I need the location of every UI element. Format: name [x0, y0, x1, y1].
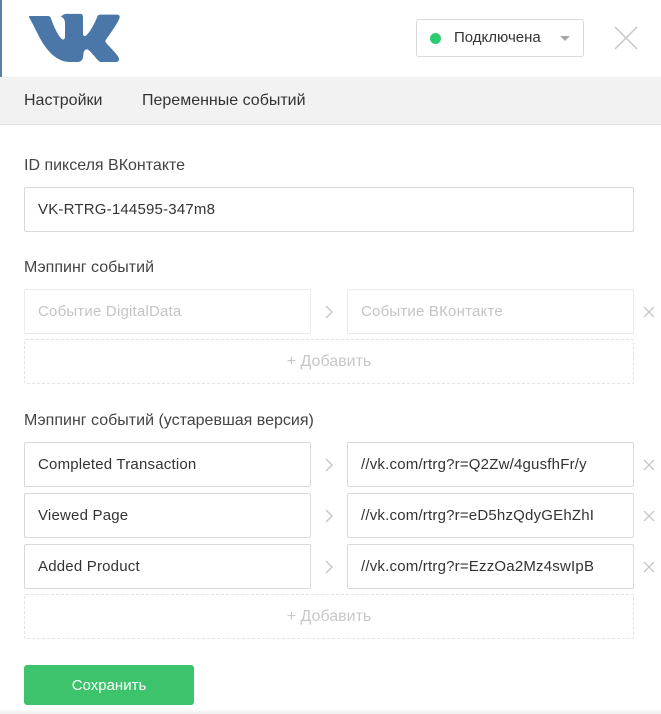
pixel-id-input[interactable]	[24, 187, 634, 232]
tab-event-variables[interactable]: Переменные событий	[142, 92, 306, 110]
chevron-right-icon	[325, 560, 334, 574]
legacy-target-input[interactable]	[347, 493, 634, 538]
chevron-right-icon	[325, 509, 334, 523]
pixel-id-label: ID пикселя ВКонтакте	[24, 157, 186, 174]
digitaldata-event-input[interactable]	[24, 289, 311, 334]
save-button[interactable]: Сохранить	[24, 665, 194, 705]
remove-row-icon[interactable]	[643, 561, 655, 573]
status-dot-icon	[430, 33, 441, 44]
remove-row-icon[interactable]	[643, 510, 655, 522]
legacy-source-input[interactable]	[24, 493, 311, 538]
vk-event-input[interactable]	[347, 289, 634, 334]
add-legacy-mapping-button[interactable]: + Добавить	[24, 594, 634, 639]
header-accent	[0, 0, 2, 77]
legacy-target-input[interactable]	[347, 442, 634, 487]
chevron-right-icon	[325, 305, 334, 319]
legacy-source-input[interactable]	[24, 544, 311, 589]
legacy-mapping-label: Мэппинг событий (устаревшая версия)	[24, 412, 314, 429]
bottom-shadow	[0, 708, 661, 714]
tab-bar: Настройки Переменные событий	[0, 77, 661, 125]
event-mapping-label: Мэппинг событий	[24, 259, 154, 276]
close-icon[interactable]	[613, 25, 639, 51]
remove-row-icon[interactable]	[643, 306, 655, 318]
status-label: Подключена	[454, 29, 541, 46]
tab-settings[interactable]: Настройки	[24, 92, 102, 110]
legacy-target-input[interactable]	[347, 544, 634, 589]
legacy-source-input[interactable]	[24, 442, 311, 487]
add-event-mapping-button[interactable]: + Добавить	[24, 339, 634, 384]
header: Подключена	[0, 0, 661, 77]
vk-logo-icon	[28, 13, 120, 62]
remove-row-icon[interactable]	[643, 459, 655, 471]
connection-status-dropdown[interactable]: Подключена	[416, 19, 584, 57]
chevron-right-icon	[325, 458, 334, 472]
chevron-down-icon	[560, 36, 570, 41]
